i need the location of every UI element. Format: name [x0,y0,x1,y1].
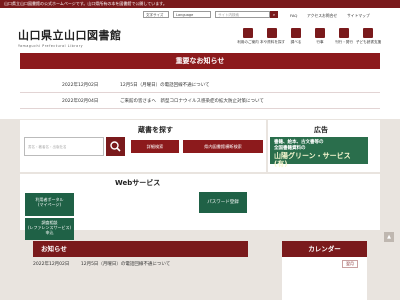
language-selector[interactable]: Language [173,11,211,18]
calendar-icon [315,28,325,38]
top-announcement-text: 山口県立山口図書館の公式ホームページです。山口県所有の本を図書館で公開しています… [4,1,167,6]
cross-library-search-button[interactable]: 県内図書館横断検索 [183,140,263,153]
reference-request-button[interactable]: 調査相談 (レファレンスサービス) 申込 [25,218,74,240]
nav-events[interactable]: 行事 [308,28,332,45]
catalog-search-title: 蔵書を探す [138,126,173,134]
web-services-title: Webサービス [115,179,161,187]
notice-item[interactable]: 2022年02月04日 ご来館の皆さまへ 新型コロナウイルス感染症の拡大防止対策… [20,93,380,109]
site-search-button[interactable]: ⌕ [270,11,278,18]
calendar-title: カレンダー [282,241,367,257]
nav-children[interactable]: 子ども読書支援 [356,28,381,45]
nav-usage-guide[interactable]: 利用のご案内 [236,28,260,45]
logo-name: 山口県立山口図書館 [18,29,122,42]
notice-link[interactable]: 12月5日（月曜日）の電話回線不通について [120,82,209,88]
font-size-selector[interactable]: 文字サイズ [143,11,169,18]
news-date: 2022年12月02日 [33,262,70,267]
child-icon [363,28,373,38]
calendar-next-month-tab[interactable]: 翌月 [342,260,358,268]
nav-find-materials[interactable]: 本や資料を探す [260,28,285,45]
ad-company: 山陽グリーン・サービス(有) [274,152,351,168]
ad-banner[interactable]: 書籍、絵本、古文書等の 全国書籍資料の 山陽グリーン・サービス(有) [270,137,368,168]
logo-subtitle: Yamaguchi Prefectural Library [18,44,84,48]
notice-date: 2022年12月02日 [62,83,99,88]
site-search-input[interactable]: サイト内検索 [215,11,270,18]
nav-research[interactable]: 調べる [284,28,308,45]
sitemap-link[interactable]: サイトマップ [347,13,370,19]
password-register-button[interactable]: パスワード登録 [199,192,247,213]
person-icon [243,28,253,38]
news-title: お知らせ [33,241,248,257]
main-nav: 利用のご案内 本や資料を探す 調べる 行事 刊行・発行 子ども読書支援 [236,28,381,45]
contact-link[interactable]: お問合せ [322,13,337,19]
important-notice-title: 重要なお知らせ [20,53,380,69]
notice-link[interactable]: ご来館の皆さまへ 新型コロナウイルス感染症の拡大防止対策について [120,98,264,104]
news-link[interactable]: 12月5日（月曜日）の電話回線不通について [81,262,170,267]
ad-title: 広告 [314,126,328,134]
detail-search-button[interactable]: 詳細検索 [131,140,179,153]
catalog-search-button[interactable] [106,137,125,156]
site-logo[interactable]: 山口県立山口図書館 Yamaguchi Prefectural Library [18,27,122,48]
book-search-icon [267,28,277,38]
search-icon [110,141,121,152]
notice-item[interactable]: 2022年12月02日 12月5日（月曜日）の電話回線不通について [20,77,380,93]
books-icon [339,28,349,38]
faq-link[interactable]: FAQ [290,13,297,18]
scroll-top-button[interactable]: ▲ [384,232,394,242]
document-icon [291,28,301,38]
nav-publications[interactable]: 刊行・発行 [332,28,356,45]
access-link[interactable]: アクセス [307,13,322,19]
chevron-up-icon: ▲ [387,234,391,240]
notice-date: 2022年02月04日 [62,99,99,104]
user-portal-button[interactable]: 利用者ポータル (マイページ) [25,193,74,216]
catalog-search-input[interactable]: 書名・著者名・出版社名 [24,137,104,156]
top-announcement-bar: 山口県立山口図書館の公式ホームページです。山口県所有の本を図書館で公開しています… [0,0,400,8]
news-item[interactable]: 2022年12月02日 12月5日（月曜日）の電話回線不通について [33,261,248,267]
